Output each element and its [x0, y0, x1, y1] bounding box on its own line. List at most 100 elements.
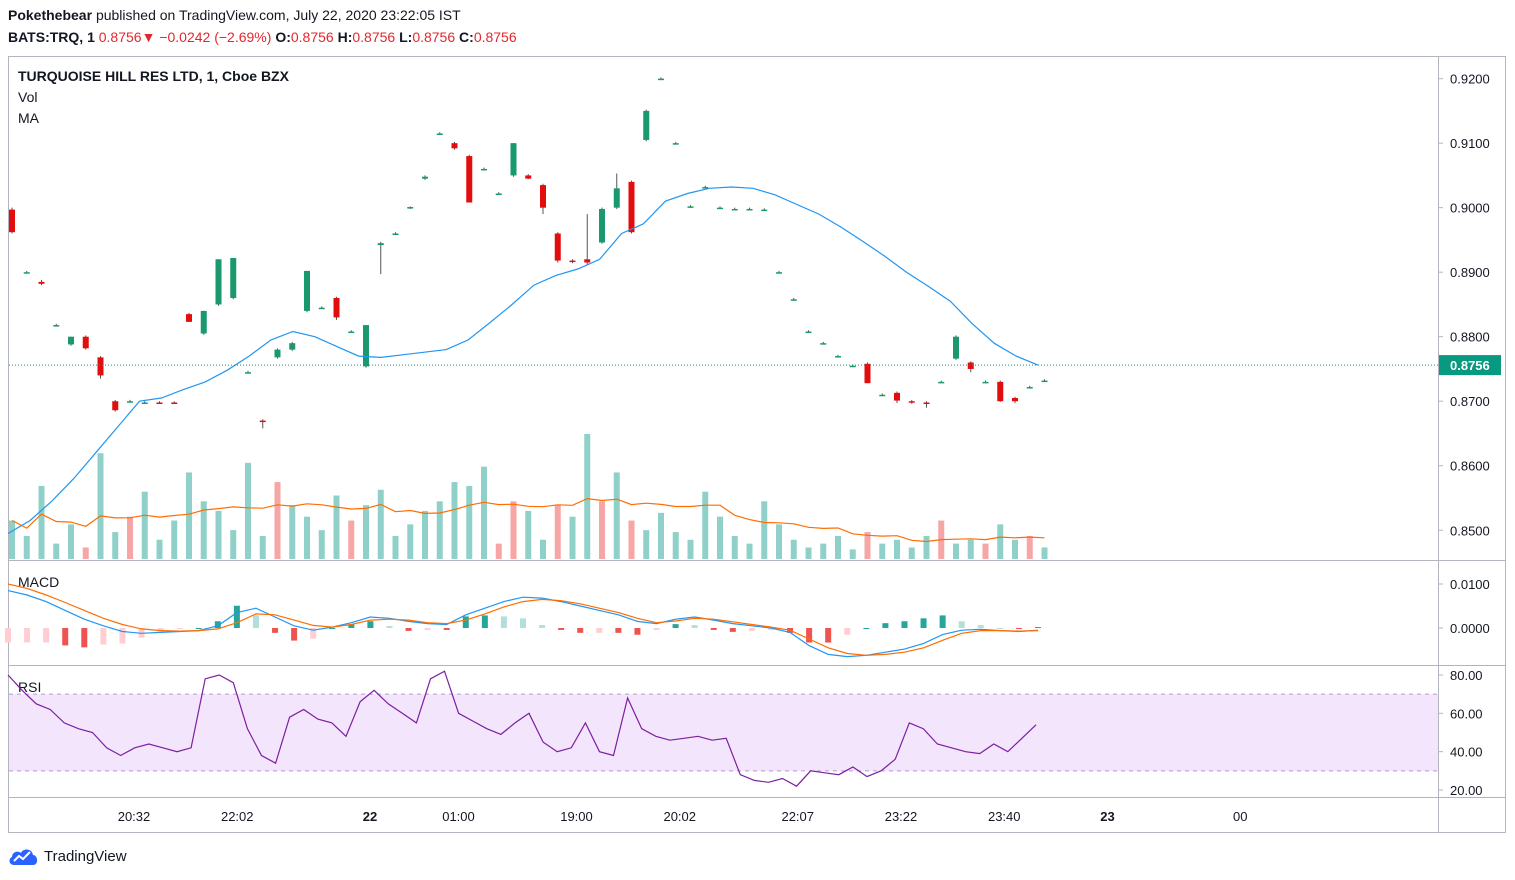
macd-pane [5, 583, 1041, 658]
candle-body [97, 357, 104, 376]
volume-bar [643, 530, 650, 559]
brand-name: TradingView [44, 847, 127, 865]
rsi-legend: RSI [18, 679, 41, 695]
candle-body [717, 207, 723, 210]
candle-body [363, 325, 369, 367]
candle-body [894, 392, 900, 401]
volume-bar [436, 501, 443, 559]
macd-histogram-bar [577, 628, 584, 633]
candle-body [392, 233, 399, 235]
macd-histogram-bar [558, 628, 565, 630]
volume-bar [215, 510, 222, 559]
volume-bar [333, 495, 340, 559]
candle-body [318, 307, 325, 310]
volume-bar [127, 516, 133, 559]
volume-bar [156, 539, 163, 559]
chart-canvas[interactable]: TURQUOISE HILL RES LTD, 1, Cboe BZX Vol … [0, 0, 1515, 845]
volume-bar [348, 520, 355, 559]
volume-bar [849, 549, 856, 559]
volume-bar [908, 547, 915, 559]
volume-bar [894, 539, 900, 559]
candle-body [835, 356, 841, 358]
volume-bar [392, 535, 399, 559]
candle-body [687, 206, 694, 208]
tradingview-brand[interactable]: TradingView [8, 845, 127, 867]
candle-body [171, 402, 178, 405]
macd-histogram-bar [329, 628, 336, 629]
candle-body [259, 420, 266, 423]
candle-body [731, 208, 738, 211]
candle-body [333, 298, 340, 318]
volume-bar [658, 512, 664, 559]
macd-histogram-bar [844, 628, 851, 635]
candle-body [422, 176, 428, 179]
candle-body [805, 331, 812, 334]
candle-body [584, 259, 591, 263]
volume-bar [466, 485, 473, 559]
price-axis: 0.9200 0.9100 0.9000 0.8900 0.8800 0.8756 0.87… [1438, 72, 1501, 798]
macd-histogram-bar [634, 628, 641, 635]
volume-bar [1026, 535, 1033, 559]
price-tick-label: 0.8700 [1450, 394, 1490, 409]
candle-body [569, 260, 576, 263]
macd-histogram-bar [367, 621, 374, 628]
candle-body [200, 310, 207, 334]
volume-bar [702, 491, 709, 559]
macd-histogram-bar [939, 615, 946, 628]
macd-histogram-bar [5, 628, 11, 643]
macd-histogram-bar [405, 628, 412, 631]
candle-body [540, 185, 546, 208]
rsi-tick-label: 80.00 [1450, 668, 1483, 683]
volume-bar [953, 543, 959, 559]
volume-bar [1041, 547, 1048, 559]
volume-bars [9, 434, 1048, 559]
volume-bar [38, 485, 45, 559]
candle-body [967, 362, 974, 369]
volume-bar [451, 482, 458, 559]
candle-body [864, 363, 871, 384]
candle-body [38, 281, 45, 284]
volume-bar [599, 501, 605, 559]
candle-body [790, 299, 797, 301]
candle-body [1026, 387, 1033, 389]
candle-body [982, 381, 989, 384]
candle-body [628, 181, 635, 233]
time-tick-label: 23:40 [988, 809, 1021, 824]
volume-bar [186, 472, 192, 559]
volume-bar [1012, 539, 1018, 559]
macd-histogram-bar [977, 625, 984, 628]
volume-bar [9, 520, 15, 559]
volume-bar [540, 539, 546, 559]
volume-bar [363, 505, 369, 559]
volume-bar [510, 501, 517, 559]
macd-histogram-bar [710, 628, 717, 630]
volume-bar [289, 505, 296, 559]
macd-histogram-bar [1035, 627, 1041, 629]
candle-body [481, 168, 487, 171]
time-tick-label: 20:32 [118, 809, 151, 824]
candle-body [141, 402, 148, 405]
candle-body [525, 175, 532, 179]
macd-histogram-bar [195, 628, 202, 629]
candle-body [53, 325, 60, 327]
macd-histogram-bar [81, 628, 88, 648]
vol-legend: Vol [18, 89, 37, 105]
volume-bar [746, 543, 753, 559]
candle-body [849, 365, 856, 368]
rsi-tick-label: 60.00 [1450, 706, 1483, 721]
macd-histogram-bar [462, 616, 469, 628]
volume-bar [230, 530, 237, 559]
macd-histogram-bar [996, 628, 1003, 629]
volume-bar [717, 516, 723, 559]
volume-bar [569, 516, 576, 559]
volume-bar [53, 543, 60, 559]
volume-bar [672, 532, 679, 559]
macd-histogram-bar [176, 628, 183, 629]
volume-bar [790, 539, 797, 559]
price-tick-label: 0.9200 [1450, 72, 1490, 87]
volume-bar [687, 539, 694, 559]
macd-histogram-bar [863, 628, 870, 629]
volume-bar [584, 434, 591, 559]
volume-bar [481, 466, 487, 559]
rsi-band-fill [9, 694, 1438, 771]
